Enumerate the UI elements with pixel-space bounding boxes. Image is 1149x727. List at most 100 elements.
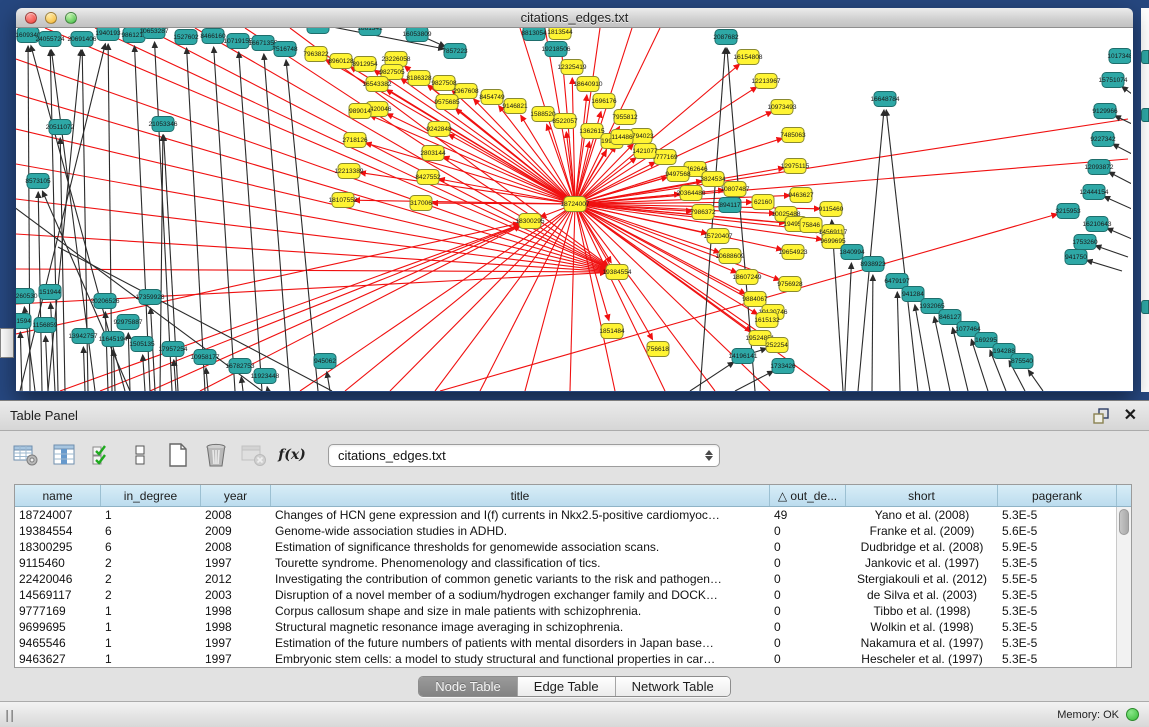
table-cell[interactable]: 5.3E-5 xyxy=(998,635,1117,651)
graph-node[interactable]: 14196141 xyxy=(729,349,758,364)
graph-node[interactable]: 19654923 xyxy=(779,245,808,260)
graph-node[interactable]: 2718126 xyxy=(342,133,368,148)
graph-node[interactable]: 16543382 xyxy=(363,77,392,92)
graph-edge-black[interactable] xyxy=(872,275,873,391)
graph-node[interactable]: 9884067 xyxy=(742,292,768,307)
table-cell[interactable]: 1998 xyxy=(201,619,271,635)
table-row[interactable]: 1456911722003Disruption of a novel membe… xyxy=(15,587,1131,603)
table-row[interactable]: 977716911998Corpus callosum shape and si… xyxy=(15,603,1131,619)
graph-node[interactable]: 1017348 xyxy=(1107,49,1131,64)
graph-node[interactable]: 18607249 xyxy=(733,270,762,285)
graph-edge-red[interactable] xyxy=(575,204,615,391)
table-cell[interactable]: 5.3E-5 xyxy=(998,603,1117,619)
table-row[interactable]: 1938455462009Genome-wide association stu… xyxy=(15,523,1131,539)
graph-node[interactable]: 8186328 xyxy=(406,71,432,86)
graph-node[interactable]: 3824534 xyxy=(700,172,726,187)
graph-node[interactable]: 1733426 xyxy=(770,359,796,374)
graph-node[interactable]: 18300295 xyxy=(516,214,545,229)
graph-edge-black[interactable] xyxy=(1104,196,1131,209)
table-cell[interactable]: Investigating the contribution of common… xyxy=(271,571,770,587)
graph-edge-red[interactable] xyxy=(16,234,606,271)
graph-edge-black[interactable] xyxy=(953,328,968,391)
table-cell[interactable]: 2 xyxy=(101,555,201,571)
graph-node[interactable]: 151944 xyxy=(39,285,61,300)
graph-node[interactable]: 20691406 xyxy=(68,32,97,47)
graph-node[interactable]: 9227342 xyxy=(1090,132,1116,147)
resize-grip[interactable] xyxy=(6,710,13,722)
graph-node[interactable]: 875540 xyxy=(1011,354,1033,369)
table-cell[interactable]: 5.6E-5 xyxy=(998,523,1117,539)
table-cell[interactable]: Stergiakouli et al. (2012) xyxy=(846,571,998,587)
column-header-name[interactable]: name xyxy=(15,485,101,506)
graph-node[interactable]: 8427552 xyxy=(415,170,441,185)
table-cell[interactable]: 0 xyxy=(770,523,846,539)
table-cell[interactable]: Disruption of a novel member of a sodium… xyxy=(271,587,770,603)
graph-node[interactable]: 18724007 xyxy=(561,197,590,212)
close-panel-icon[interactable]: ✕ xyxy=(1124,408,1137,424)
graph-node[interactable]: 391594 xyxy=(16,314,31,329)
table-cell[interactable]: 0 xyxy=(770,619,846,635)
table-cell[interactable]: 0 xyxy=(770,555,846,571)
graph-node[interactable]: 2087682 xyxy=(713,30,739,45)
graph-node[interactable]: 23260530 xyxy=(16,289,38,304)
tab-node-table[interactable]: Node Table xyxy=(419,677,518,696)
table-cell[interactable]: Genome-wide association studies in ADHD. xyxy=(271,523,770,539)
graph-edge-black[interactable] xyxy=(214,47,235,391)
window-titlebar[interactable]: citations_edges.txt xyxy=(16,8,1133,28)
table-cell[interactable]: Wolkin et al. (1998) xyxy=(846,619,998,635)
graph-node[interactable]: 8466160 xyxy=(200,29,226,44)
table-cell[interactable]: 6 xyxy=(101,539,201,555)
row-height-button[interactable] xyxy=(126,441,154,469)
table-cell[interactable]: Corpus callosum shape and size in male p… xyxy=(271,603,770,619)
table-cell[interactable]: 1998 xyxy=(201,603,271,619)
network-canvas[interactable]: 1872400779638228960128891295423226058982… xyxy=(16,28,1133,391)
graph-node[interactable]: 62160 xyxy=(752,195,774,210)
graph-node[interactable]: 17359928 xyxy=(136,290,165,305)
table-cell[interactable]: 2 xyxy=(101,587,201,603)
graph-edge-black[interactable] xyxy=(239,52,262,391)
graph-node[interactable]: 9463627 xyxy=(788,188,814,203)
table-cell[interactable]: Jankovic et al. (1997) xyxy=(846,555,998,571)
graph-edge-red[interactable] xyxy=(16,223,519,334)
table-cell[interactable]: 18724007 xyxy=(15,507,101,523)
graph-node[interactable]: 19218506 xyxy=(542,42,571,57)
graph-node[interactable]: 9146821 xyxy=(502,99,528,114)
graph-node[interactable]: 7955812 xyxy=(612,110,638,125)
table-cell[interactable]: 9463627 xyxy=(15,651,101,667)
graph-node[interactable]: 989014 xyxy=(349,104,371,119)
graph-edge-red[interactable] xyxy=(480,204,575,391)
graph-node[interactable]: 8813054 xyxy=(521,28,547,41)
graph-node[interactable]: 941284 xyxy=(902,287,924,302)
vertical-scrollbar[interactable] xyxy=(1116,507,1131,667)
graph-node[interactable]: 756618 xyxy=(647,342,669,357)
graph-node[interactable]: 8522057 xyxy=(552,114,578,129)
graph-edge-red[interactable] xyxy=(300,204,575,391)
graph-node[interactable]: 8573105 xyxy=(25,174,51,189)
graph-node[interactable]: 16154808 xyxy=(734,50,763,65)
graph-node[interactable]: 12975115 xyxy=(781,159,810,174)
table-cell[interactable]: Yano et al. (2008) xyxy=(846,507,998,523)
graph-edge-black[interactable] xyxy=(915,305,930,391)
graph-node[interactable]: 10958177 xyxy=(191,350,220,365)
graph-node[interactable]: 1851484 xyxy=(599,324,625,339)
graph-node[interactable]: 1615132 xyxy=(754,313,780,328)
graph-node[interactable]: 1696176 xyxy=(591,94,617,109)
graph-edge-black[interactable] xyxy=(267,387,268,391)
table-cell[interactable]: 1997 xyxy=(201,635,271,651)
graph-node[interactable]: 10973493 xyxy=(768,100,797,115)
table-cell[interactable]: 1 xyxy=(101,635,201,651)
select-columns-button[interactable] xyxy=(88,441,116,469)
table-row[interactable]: 969969511998Structural magnetic resonanc… xyxy=(15,619,1131,635)
table-cell[interactable]: 0 xyxy=(770,587,846,603)
table-cell[interactable]: 9115460 xyxy=(15,555,101,571)
memory-status-icon[interactable] xyxy=(1126,708,1139,721)
table-cell[interactable]: 9699695 xyxy=(15,619,101,635)
table-cell[interactable]: 1 xyxy=(101,603,201,619)
graph-edge-black[interactable] xyxy=(934,317,950,391)
graph-node[interactable]: 18640910 xyxy=(574,77,603,92)
graph-node[interactable]: 12444154 xyxy=(1080,185,1109,200)
graph-edge-black[interactable] xyxy=(897,292,900,391)
graph-edge-red[interactable] xyxy=(575,204,715,391)
table-cell[interactable]: 49 xyxy=(770,507,846,523)
graph-node[interactable]: 12325419 xyxy=(558,60,587,75)
